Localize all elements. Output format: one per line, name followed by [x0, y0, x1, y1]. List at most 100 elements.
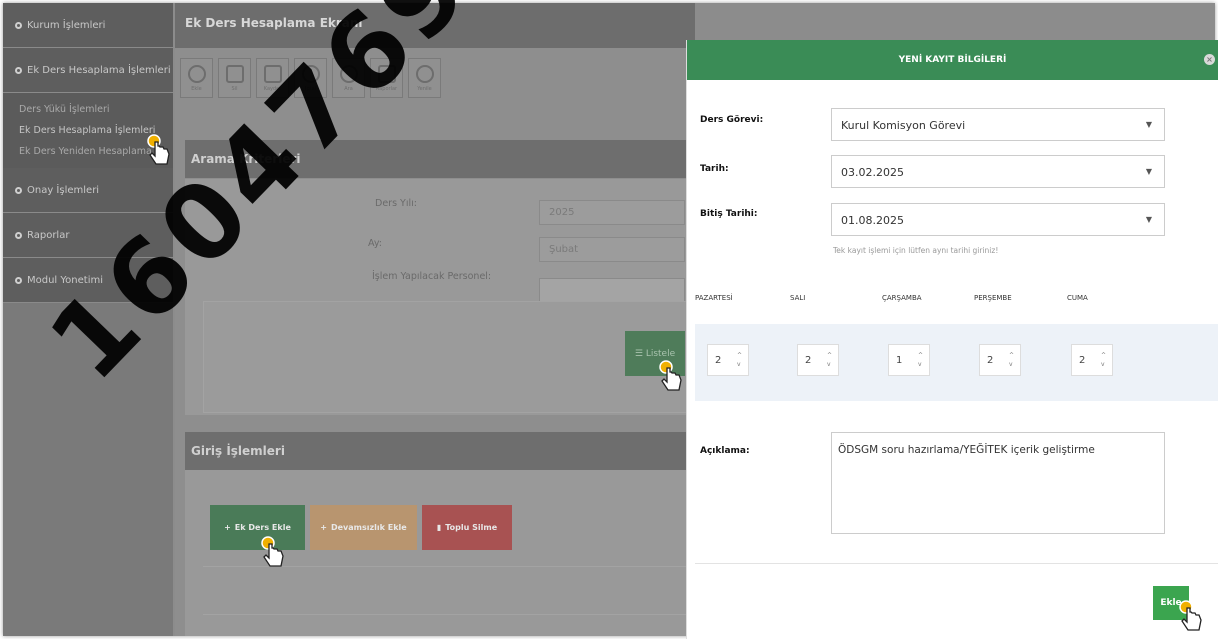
toolbar-label: Sil [231, 85, 238, 92]
chevron-down-icon: ▼ [1145, 120, 1152, 129]
day-label-cuma: CUMA [1067, 294, 1088, 302]
bitis-tarihi-label: Bitiş Tarihi: [700, 209, 758, 219]
tarih-label: Tarih: [700, 164, 729, 174]
entry-panel-title: Giriş İşlemleri [185, 432, 695, 470]
carsamba-stepper[interactable]: 1 ^ v [888, 344, 930, 376]
list-button-label: Listele [645, 348, 676, 359]
list-icon: ☰ [634, 348, 643, 359]
trash-icon: ▮ [436, 523, 442, 532]
search-panel-title: Arama Kriterleri [185, 140, 695, 178]
sidebar-item-label: Raporlar [27, 229, 70, 241]
bitis-tarihi-select[interactable]: 01.08.2025 ▼ [831, 203, 1165, 236]
pazartesi-stepper[interactable]: 2 ^ v [707, 344, 749, 376]
refresh-button[interactable]: Yenile [408, 58, 441, 98]
circle-icon [15, 276, 22, 284]
add-absence-button[interactable]: + Devamsızlık Ekle [310, 505, 417, 550]
circle-icon [15, 21, 22, 29]
circle-icon [15, 66, 22, 74]
ay-label: Ay: [368, 238, 382, 249]
ay-value: Şubat [549, 244, 579, 255]
stepper-value: 2 [1079, 355, 1086, 366]
hand-cursor-icon [147, 134, 170, 165]
hand-cursor-icon [261, 536, 284, 567]
bitis-tarihi-value: 01.08.2025 [841, 214, 904, 227]
cancel-icon [301, 64, 320, 83]
sidebar-item-label: Kurum İşlemleri [27, 19, 106, 31]
delete-button[interactable]: Sil [218, 58, 251, 98]
stepper-value: 1 [896, 355, 903, 366]
bulk-delete-button[interactable]: ▮ Toplu Silme [422, 505, 512, 550]
search-button[interactable]: Ara [332, 58, 365, 98]
reports-button[interactable]: Raporlar [370, 58, 403, 98]
toolbar-label: Iptal [304, 85, 317, 92]
sidebar-item-label: Ek Ders Hesaplama İşlemleri [27, 64, 171, 76]
aciklama-label: Açıklama: [700, 446, 750, 456]
aciklama-value: ÖDSGM soru hazırlama/YEĞİTEK içerik geli… [838, 444, 1095, 456]
sidebar-item-onay-islemleri[interactable]: Onay İşlemleri [3, 168, 173, 213]
save-button[interactable]: Kaydet [256, 58, 289, 98]
toolbar-label: Kaydet [263, 85, 282, 92]
sidebar: Kurum İşlemleri Ek Ders Hesaplama İşleml… [3, 3, 173, 636]
day-label-carsamba: ÇARŞAMBA [882, 294, 922, 302]
sidebar-item-label: Modul Yonetimi [27, 274, 103, 286]
tarih-value: 03.02.2025 [841, 166, 904, 179]
stepper-arrows-icon[interactable]: ^ v [1101, 351, 1106, 369]
new-record-modal: YENİ KAYIT BİLGİLERİ × Ders Görevi: Kuru… [686, 40, 1218, 639]
ders-gorevi-value: Kurul Komisyon Görevi [841, 119, 966, 132]
close-icon[interactable]: × [1204, 54, 1215, 65]
toolbar: Ekle Sil Kaydet Iptal Ara Raporlar Yenil… [180, 58, 441, 98]
sali-stepper[interactable]: 2 ^ v [797, 344, 839, 376]
add-extra-lesson-button[interactable]: + Ek Ders Ekle [210, 505, 305, 550]
add-button[interactable]: Ekle [180, 58, 213, 98]
main-content: Ek Ders Hesaplama Ekranı Ekle Sil Kaydet… [175, 3, 695, 636]
ders-yili-label: Ders Yılı: [375, 198, 417, 209]
ders-gorevi-select[interactable]: Kurul Komisyon Görevi ▼ [831, 108, 1165, 141]
search-icon [339, 64, 358, 83]
day-hours-row [695, 324, 1218, 401]
plus-icon [187, 64, 206, 83]
ders-yili-value: 2025 [549, 207, 575, 218]
refresh-icon [415, 64, 434, 83]
tarih-select[interactable]: 03.02.2025 ▼ [831, 155, 1165, 188]
sidebar-subitem-label: Ek Ders Yeniden Hesaplama [19, 146, 152, 157]
plus-icon: + [224, 523, 231, 532]
sidebar-item-label: Onay İşlemleri [27, 184, 100, 196]
toolbar-label: Raporlar [375, 85, 398, 92]
circle-icon [15, 186, 22, 194]
day-label-persembe: PERŞEMBE [974, 294, 1012, 302]
cuma-stepper[interactable]: 2 ^ v [1071, 344, 1113, 376]
circle-icon [15, 231, 22, 239]
toolbar-label: Ara [344, 85, 353, 92]
stepper-arrows-icon[interactable]: ^ v [827, 351, 832, 369]
save-icon [263, 64, 282, 83]
modal-title: YENİ KAYIT BİLGİLERİ [898, 55, 1007, 65]
sidebar-subitem-ders-yuku[interactable]: Ders Yükü İşlemleri [3, 99, 173, 120]
sidebar-item-kurum-islemleri[interactable]: Kurum İşlemleri [3, 3, 173, 48]
stepper-value: 2 [987, 355, 994, 366]
stepper-arrows-icon[interactable]: ^ v [737, 351, 742, 369]
sidebar-subitem-label: Ek Ders Hesaplama İşlemleri [19, 125, 156, 136]
persembe-stepper[interactable]: 2 ^ v [979, 344, 1021, 376]
personel-label: İşlem Yapılacak Personel: [372, 271, 492, 282]
divider [695, 563, 1218, 564]
plus-icon: + [320, 523, 327, 532]
button-label: Devamsızlık Ekle [330, 523, 407, 532]
trash-icon [225, 64, 244, 83]
stepper-arrows-icon[interactable]: ^ v [1009, 351, 1014, 369]
chevron-down-icon: ▼ [1145, 167, 1152, 176]
day-label-sali: SALI [790, 294, 806, 302]
sidebar-item-raporlar[interactable]: Raporlar [3, 213, 173, 258]
button-label: Ek Ders Ekle [234, 523, 291, 532]
toolbar-label: Ekle [191, 85, 202, 92]
sidebar-item-ek-ders-hesaplama-islemleri[interactable]: Ek Ders Hesaplama İşlemleri [3, 48, 173, 93]
hand-cursor-icon [659, 360, 682, 391]
modal-header: YENİ KAYIT BİLGİLERİ × [687, 40, 1218, 80]
sidebar-item-modul-yonetimi[interactable]: Modul Yonetimi [3, 258, 173, 303]
personel-field[interactable] [539, 278, 685, 303]
stepper-value: 2 [805, 355, 812, 366]
toolbar-label: Yenile [417, 85, 432, 92]
document-icon [377, 64, 396, 83]
stepper-arrows-icon[interactable]: ^ v [918, 351, 923, 369]
aciklama-textarea[interactable]: ÖDSGM soru hazırlama/YEĞİTEK içerik geli… [831, 432, 1165, 534]
cancel-button[interactable]: Iptal [294, 58, 327, 98]
